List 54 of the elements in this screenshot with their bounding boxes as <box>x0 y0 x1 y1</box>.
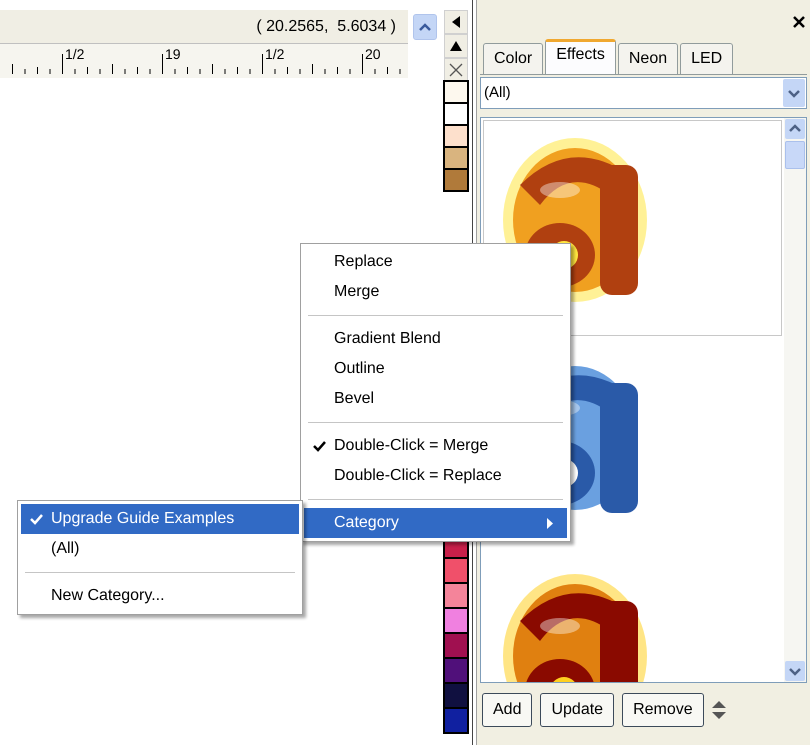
color-swatch[interactable] <box>443 632 469 659</box>
color-swatch[interactable] <box>443 124 469 148</box>
scrollbar[interactable] <box>784 118 806 682</box>
tab[interactable]: LED <box>680 43 734 74</box>
tab[interactable]: Effects <box>545 39 616 74</box>
menu-item[interactable]: Double-Click = Replace <box>304 461 567 491</box>
menu-item[interactable]: Merge <box>304 277 567 307</box>
ruler-label: 19 <box>165 47 181 61</box>
color-swatch[interactable] <box>443 682 469 709</box>
color-swatch[interactable] <box>443 657 469 684</box>
color-swatch[interactable] <box>443 168 469 192</box>
chevron-up-icon <box>419 23 431 31</box>
ruler-label: 1/2 <box>265 47 284 61</box>
menu-item[interactable]: Outline <box>304 354 567 384</box>
scroll-up-icon[interactable] <box>785 119 805 139</box>
scrollbar-thumb[interactable] <box>785 141 805 169</box>
left-arrow-button[interactable] <box>444 10 468 34</box>
panel-button[interactable]: Update <box>540 693 614 727</box>
no-color-button[interactable] <box>444 58 468 82</box>
check-icon <box>30 514 43 525</box>
category-dropdown[interactable]: (All) <box>480 77 807 109</box>
color-swatch[interactable] <box>443 80 469 104</box>
scroll-down-icon[interactable] <box>785 661 805 681</box>
ruler-label: 20 <box>365 47 381 61</box>
menu-item[interactable]: (All) <box>21 534 299 564</box>
color-swatch[interactable] <box>443 102 469 126</box>
resize-arrows-icon[interactable] <box>712 701 726 719</box>
tab[interactable]: Color <box>483 43 544 74</box>
chevron-down-icon <box>783 79 805 107</box>
color-swatch[interactable] <box>443 607 469 634</box>
color-swatch[interactable] <box>443 582 469 609</box>
left-triangle-icon <box>452 16 460 28</box>
menu-item[interactable]: New Category... <box>21 581 299 611</box>
menu-item[interactable]: Upgrade Guide Examples <box>21 504 299 534</box>
cross-icon <box>449 63 463 77</box>
color-swatch[interactable] <box>443 146 469 170</box>
submenu-arrow-icon <box>547 518 553 528</box>
menu-item[interactable]: Category <box>304 508 567 538</box>
color-swatch[interactable] <box>443 707 469 734</box>
tab[interactable]: Neon <box>618 43 678 74</box>
close-icon[interactable] <box>793 16 805 28</box>
scroll-up-button[interactable] <box>413 14 437 40</box>
ruler-label: 1/2 <box>65 47 84 61</box>
panel-button[interactable]: Add <box>482 693 532 727</box>
panel-button[interactable]: Remove <box>622 693 704 727</box>
check-icon <box>313 441 326 452</box>
up-arrow-button[interactable] <box>444 34 468 58</box>
menu-item[interactable]: Double-Click = Merge <box>304 431 567 461</box>
menu-item[interactable]: Gradient Blend <box>304 324 567 354</box>
coordinates-text: ( 20.2565, 5.6034 ) <box>256 16 396 36</box>
menu-item[interactable]: Bevel <box>304 384 567 414</box>
up-triangle-icon <box>450 41 462 51</box>
color-swatch[interactable] <box>443 557 469 584</box>
menu-item[interactable]: Replace <box>304 247 567 277</box>
